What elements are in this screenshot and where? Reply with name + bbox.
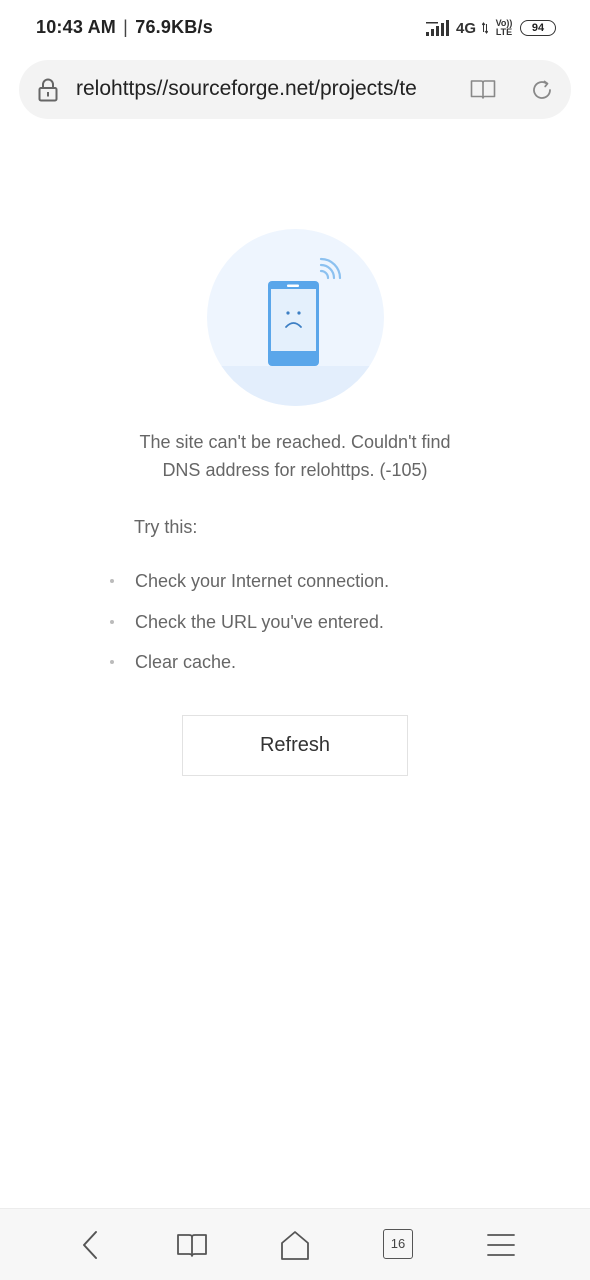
home-button[interactable] xyxy=(275,1225,315,1265)
signal-strength-icon xyxy=(425,20,449,36)
suggestion-text: Check your Internet connection. xyxy=(135,571,390,591)
volte-indicator: Vo)) LTE xyxy=(494,19,514,37)
battery-icon: 94 xyxy=(520,20,556,36)
suggestion-text: Check the URL you've entered. xyxy=(135,611,384,632)
error-message: The site can't be reached. Couldn't find… xyxy=(100,428,490,484)
suggestion-text: Clear cache. xyxy=(135,652,237,672)
bullet-icon xyxy=(110,660,114,664)
address-bar[interactable]: relohttps//sourceforge.net/projects/te xyxy=(19,60,571,119)
bottom-nav: 16 xyxy=(0,1208,590,1280)
network-speed: 76.9KB/s xyxy=(135,17,213,37)
data-arrows-icon xyxy=(482,22,488,34)
reader-mode-icon[interactable] xyxy=(470,79,496,99)
tabs-button[interactable]: 16 xyxy=(383,1229,413,1259)
menu-button[interactable] xyxy=(481,1225,521,1265)
status-time: 10:43 AM xyxy=(36,17,116,37)
try-this-heading: Try this: xyxy=(134,517,198,537)
back-button[interactable] xyxy=(70,1225,110,1265)
bookmarks-button[interactable] xyxy=(172,1225,212,1265)
sad-phone-illustration xyxy=(207,229,384,406)
list-item: Clear cache. xyxy=(108,649,389,690)
suggestions-list: Check your Internet connection. Check th… xyxy=(108,568,389,690)
tabs-count-icon: 16 xyxy=(383,1229,413,1259)
reload-icon[interactable] xyxy=(530,78,554,102)
list-item: Check the URL you've entered. xyxy=(108,609,389,650)
bullet-icon xyxy=(110,579,114,583)
browser-page: 10:43 AM | 76.9KB/s 4G Vo)) LTE 94 reloh… xyxy=(0,0,590,1280)
list-item: Check your Internet connection. xyxy=(108,568,389,609)
back-icon xyxy=(83,1231,97,1259)
status-bar: 10:43 AM | 76.9KB/s 4G Vo)) LTE 94 xyxy=(0,0,590,54)
home-icon xyxy=(281,1231,309,1260)
error-message-line2: DNS address for relohttps. (-105) xyxy=(162,460,428,480)
network-type: 4G xyxy=(455,19,476,37)
bullet-icon xyxy=(110,619,114,624)
menu-icon xyxy=(487,1234,515,1256)
status-separator: | xyxy=(123,17,129,37)
url-text[interactable]: relohttps//sourceforge.net/projects/te xyxy=(76,77,446,101)
status-left: 10:43 AM | 76.9KB/s xyxy=(36,17,213,38)
bookmarks-icon xyxy=(177,1234,207,1257)
refresh-button[interactable]: Refresh xyxy=(182,715,408,776)
error-message-line1: The site can't be reached. Couldn't find xyxy=(139,432,451,452)
volte-bottom: LTE xyxy=(495,27,513,37)
lock-icon[interactable] xyxy=(38,78,58,102)
battery-level: 94 xyxy=(531,22,545,34)
status-right: 4G Vo)) LTE 94 xyxy=(425,16,556,40)
